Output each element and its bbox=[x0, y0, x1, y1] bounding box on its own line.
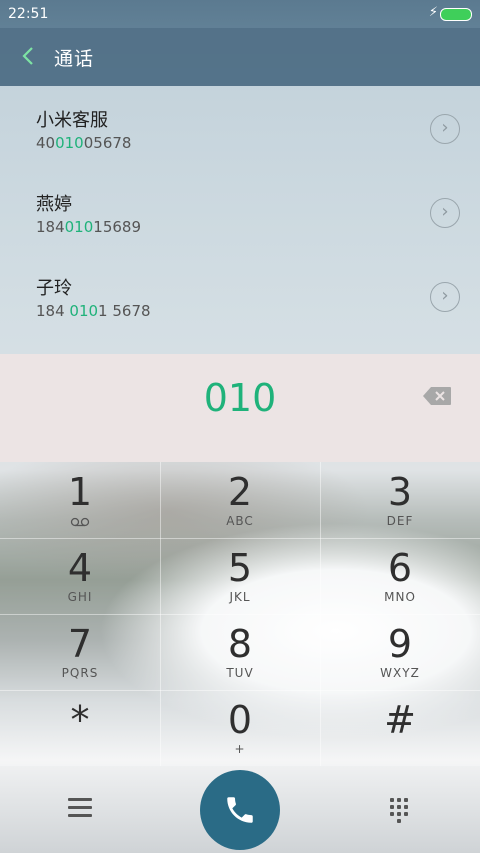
key-2[interactable]: 2 ABC bbox=[160, 462, 320, 538]
contact-name: 子玲 bbox=[36, 278, 72, 299]
key-hash[interactable]: # bbox=[320, 690, 480, 766]
key-7[interactable]: 7 PQRS bbox=[0, 614, 160, 690]
contact-name: 小米客服 bbox=[36, 110, 108, 131]
chevron-right-icon[interactable]: › bbox=[430, 198, 460, 228]
page-title: 通话 bbox=[54, 48, 95, 70]
chevron-right-icon[interactable]: › bbox=[430, 282, 460, 312]
menu-icon[interactable] bbox=[68, 798, 92, 817]
key-4[interactable]: 4 GHI bbox=[0, 538, 160, 614]
contact-number: 4001005678 bbox=[36, 134, 132, 152]
contact-results-list: 小米客服 4001005678 › 燕婷 18401015689 › 子玲 18… bbox=[0, 86, 480, 354]
bolt-icon: ⚡ bbox=[428, 5, 438, 20]
key-1[interactable]: 1 bbox=[0, 462, 160, 538]
back-arrow-icon[interactable] bbox=[14, 39, 42, 73]
battery-icon bbox=[440, 8, 472, 21]
status-time: 22:51 bbox=[8, 6, 49, 22]
dial-input[interactable]: 010 bbox=[0, 376, 480, 420]
key-6[interactable]: 6 MNO bbox=[320, 538, 480, 614]
contact-row[interactable]: 子玲 184 0101 5678 › bbox=[0, 254, 480, 338]
keypad-divider bbox=[0, 538, 480, 539]
contact-name: 燕婷 bbox=[36, 194, 72, 215]
backspace-icon[interactable] bbox=[422, 386, 452, 406]
chevron-right-icon[interactable]: › bbox=[430, 114, 460, 144]
dialpad-icon[interactable] bbox=[390, 798, 412, 824]
key-5[interactable]: 5 JKL bbox=[160, 538, 320, 614]
header-bar: 通话 bbox=[0, 28, 480, 86]
contact-number: 18401015689 bbox=[36, 218, 141, 236]
status-bar: 22:51 ⚡ bbox=[0, 0, 480, 28]
bottom-bar bbox=[0, 766, 480, 853]
call-button[interactable] bbox=[200, 770, 280, 850]
phone-icon bbox=[227, 797, 253, 823]
key-0[interactable]: 0 + bbox=[160, 690, 320, 766]
keypad-divider bbox=[0, 690, 480, 691]
voicemail-icon bbox=[0, 516, 160, 530]
key-3[interactable]: 3 DEF bbox=[320, 462, 480, 538]
contact-row[interactable]: 小米客服 4001005678 › bbox=[0, 86, 480, 170]
contact-number: 184 0101 5678 bbox=[36, 302, 151, 320]
key-9[interactable]: 9 WXYZ bbox=[320, 614, 480, 690]
keypad-divider bbox=[0, 614, 480, 615]
key-8[interactable]: 8 TUV bbox=[160, 614, 320, 690]
dial-input-area: 010 bbox=[0, 354, 480, 462]
contact-row[interactable]: 燕婷 18401015689 › bbox=[0, 170, 480, 254]
key-star[interactable]: * bbox=[0, 690, 160, 766]
